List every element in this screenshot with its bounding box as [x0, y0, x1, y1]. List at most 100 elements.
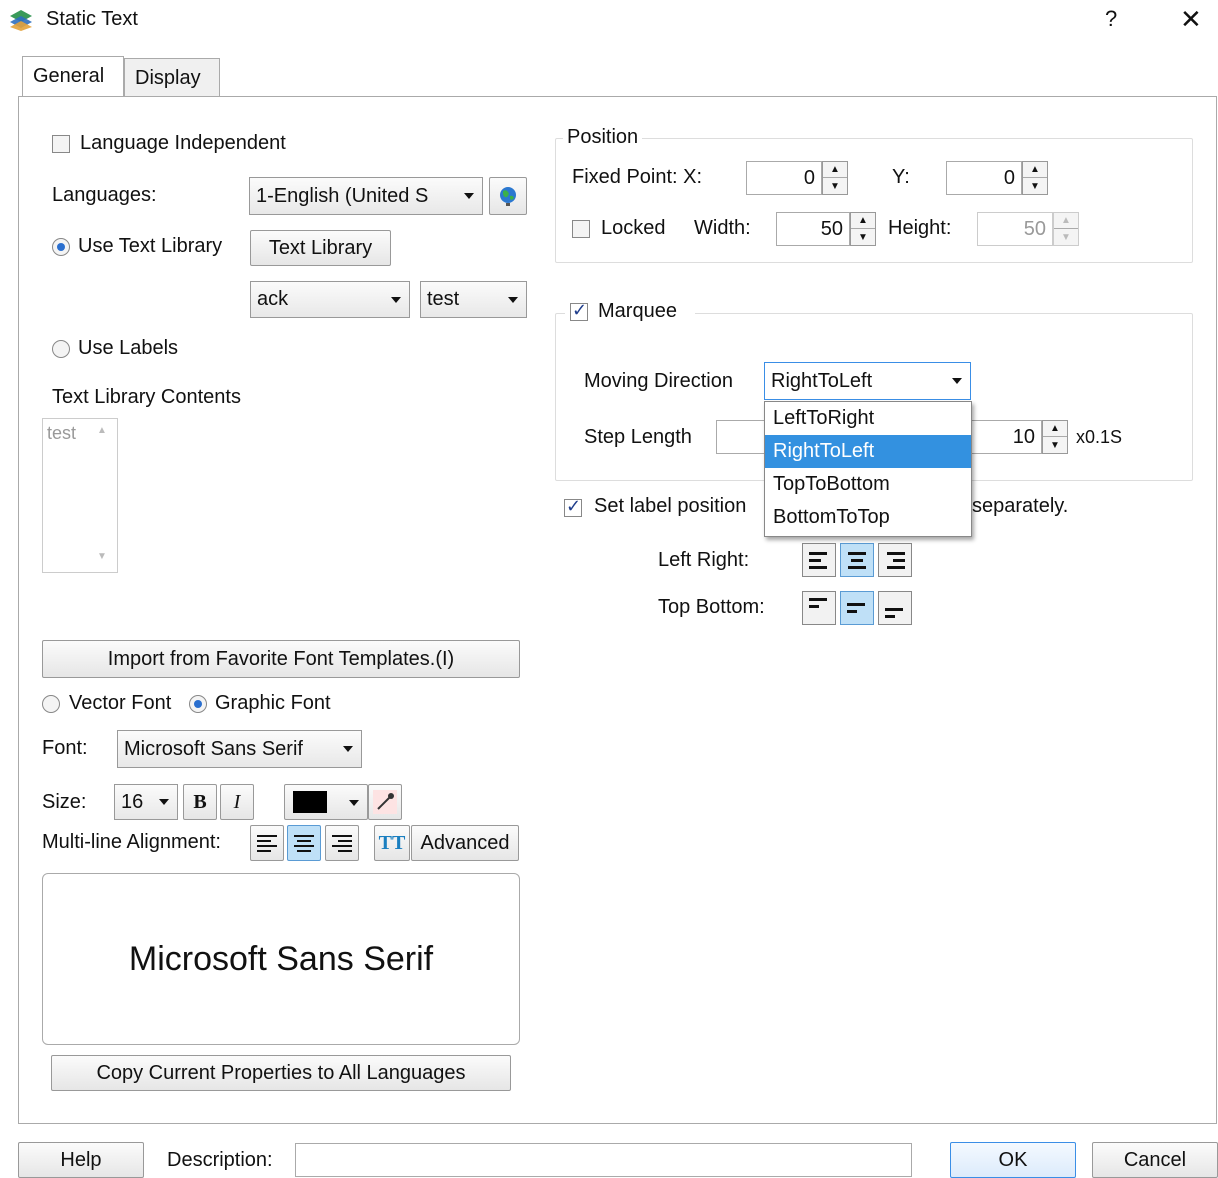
height-label: Height: — [888, 217, 952, 239]
font-color-select[interactable] — [284, 784, 368, 820]
moving-direction-label: Moving Direction — [584, 370, 733, 392]
width-spinner[interactable]: ▲ ▼ — [850, 212, 876, 246]
align-h-right-button[interactable] — [878, 543, 912, 577]
moving-direction-select[interactable]: RightToLeft — [764, 362, 971, 400]
dropdown-option-toptobottom[interactable]: TopToBottom — [765, 468, 971, 501]
height-input[interactable]: 50 — [977, 212, 1053, 246]
height-spinner[interactable]: ▲ ▼ — [1053, 212, 1079, 246]
text-library-button[interactable]: Text Library — [250, 230, 391, 266]
align-v-bottom-button[interactable] — [878, 591, 912, 625]
font-preview-text: Microsoft Sans Serif — [128, 939, 434, 978]
chevron-down-icon — [343, 746, 353, 752]
library-item-select[interactable]: test — [420, 281, 527, 318]
align-h-left-button[interactable] — [802, 543, 836, 577]
locked-checkbox[interactable] — [572, 220, 590, 238]
help-button[interactable]: Help — [18, 1142, 144, 1178]
x-input[interactable]: 0 — [746, 161, 822, 195]
size-select[interactable]: 16 — [114, 784, 178, 820]
vector-font-radio[interactable] — [42, 695, 60, 713]
eyedropper-icon — [373, 790, 397, 814]
description-label: Description: — [167, 1149, 273, 1171]
library-category-select[interactable]: ack — [250, 281, 410, 318]
use-labels-radio[interactable] — [52, 340, 70, 358]
list-item[interactable]: test — [47, 423, 76, 444]
chevron-down-icon — [159, 799, 169, 805]
graphic-font-radio[interactable] — [189, 695, 207, 713]
left-right-label: Left Right: — [658, 549, 750, 571]
library-category-value: ack — [257, 288, 289, 310]
text-library-contents-list[interactable]: test ▲ ▼ — [42, 418, 118, 573]
use-text-library-radio[interactable] — [52, 238, 70, 256]
app-icon — [8, 8, 34, 32]
languages-select-value: 1-English (United S — [256, 184, 429, 207]
advanced-button-label: Advanced — [420, 831, 510, 854]
height-value: 50 — [1023, 217, 1046, 240]
ok-button[interactable]: OK — [950, 1142, 1076, 1178]
interval-input[interactable]: 10 — [968, 420, 1042, 454]
text-effect-icon: TT — [378, 831, 406, 854]
dropdown-option-bottomtotop[interactable]: BottomToTop — [765, 501, 971, 534]
tab-display-label: Display — [135, 67, 201, 89]
fixed-point-x-label: Fixed Point: X: — [572, 166, 703, 188]
scroll-up-icon[interactable]: ▲ — [97, 425, 107, 436]
chevron-down-icon — [952, 378, 962, 384]
ok-button-label: OK — [998, 1148, 1028, 1171]
italic-button[interactable]: I — [220, 784, 254, 820]
y-input[interactable]: 0 — [946, 161, 1022, 195]
cancel-button[interactable]: Cancel — [1092, 1142, 1218, 1178]
languages-select[interactable]: 1-English (United S — [249, 177, 483, 215]
advanced-button[interactable]: Advanced — [411, 825, 519, 861]
graphic-font-label: Graphic Font — [215, 692, 331, 714]
tab-display[interactable]: Display — [124, 58, 220, 96]
align-right-button[interactable] — [325, 825, 359, 861]
step-length-label: Step Length — [584, 426, 692, 448]
y-spinner[interactable]: ▲ ▼ — [1022, 161, 1048, 195]
bold-button[interactable]: B — [183, 784, 217, 820]
position-title: Position — [563, 126, 643, 149]
description-input[interactable] — [295, 1143, 912, 1177]
align-v-top-button[interactable] — [802, 591, 836, 625]
dropdown-option-righttoleft[interactable]: RightToLeft — [765, 435, 971, 468]
color-swatch — [293, 791, 327, 813]
languages-label: Languages: — [52, 184, 157, 206]
multiline-alignment-label: Multi-line Alignment: — [42, 831, 221, 853]
library-item-value: test — [427, 288, 460, 310]
text-library-contents-label: Text Library Contents — [52, 386, 241, 408]
align-h-center-button[interactable] — [840, 543, 874, 577]
width-input[interactable]: 50 — [776, 212, 850, 246]
help-icon[interactable]: ? — [1105, 6, 1117, 32]
text-effect-button[interactable]: TT — [374, 825, 410, 861]
moving-direction-value: RightToLeft — [771, 369, 873, 392]
close-icon[interactable]: ✕ — [1180, 4, 1202, 35]
y-label: Y: — [892, 166, 910, 188]
interval-spinner[interactable]: ▲ ▼ — [1042, 420, 1068, 454]
font-select-value: Microsoft Sans Serif — [124, 737, 303, 760]
x-spinner[interactable]: ▲ ▼ — [822, 161, 848, 195]
font-select[interactable]: Microsoft Sans Serif — [117, 730, 362, 768]
import-font-template-button[interactable]: Import from Favorite Font Templates.(I) — [42, 640, 520, 678]
moving-direction-dropdown[interactable]: LeftToRight RightToLeft TopToBottom Bott… — [764, 401, 972, 537]
language-independent-checkbox[interactable] — [52, 135, 70, 153]
align-center-button[interactable] — [287, 825, 321, 861]
marquee-checkbox[interactable] — [570, 300, 588, 321]
width-value: 50 — [820, 217, 843, 240]
window-title: Static Text — [46, 8, 138, 30]
marquee-label: Marquee — [598, 300, 677, 322]
chevron-down-icon — [464, 193, 474, 199]
copy-properties-label: Copy Current Properties to All Languages — [96, 1061, 466, 1084]
tab-general-label: General — [33, 65, 105, 87]
eyedropper-button[interactable] — [368, 784, 402, 820]
tab-general[interactable]: General — [22, 56, 124, 96]
help-button-label: Help — [60, 1148, 102, 1171]
globe-icon — [500, 187, 516, 206]
dropdown-option-lefttoright[interactable]: LeftToRight — [765, 402, 971, 435]
copy-properties-button[interactable]: Copy Current Properties to All Languages — [51, 1055, 511, 1091]
globe-button[interactable] — [489, 177, 527, 215]
label-position-checkbox[interactable] — [564, 496, 582, 517]
align-left-button[interactable] — [250, 825, 284, 861]
use-labels-label: Use Labels — [78, 337, 179, 359]
chevron-down-icon — [508, 296, 518, 303]
bold-icon: B — [193, 790, 207, 813]
align-v-middle-button[interactable] — [840, 591, 874, 625]
scroll-down-icon[interactable]: ▼ — [97, 551, 107, 562]
